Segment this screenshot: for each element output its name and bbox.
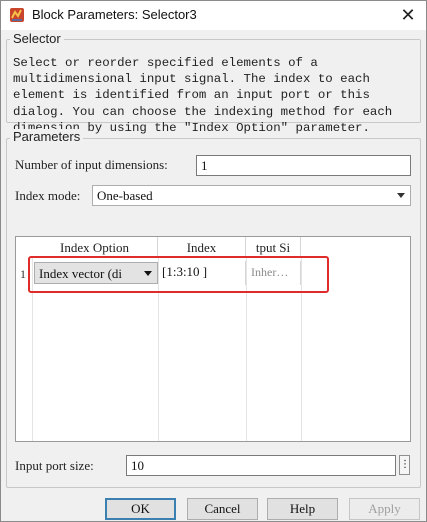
col-divider [158,258,159,441]
index-cell[interactable]: [1:3:10 ] [158,261,246,285]
apply-button[interactable]: Apply [349,498,420,520]
index-mode-label: Index mode: [15,188,81,203]
more-options-button[interactable]: ⋮ [399,455,410,475]
chevron-down-icon [144,271,152,276]
index-option-value: Index vector (di [39,266,123,281]
input-port-size-label: Input port size: [15,458,94,473]
col-divider [301,258,302,441]
col-divider [32,258,33,441]
index-mode-select[interactable]: One-based [92,185,411,206]
app-icon [9,7,25,23]
window-title: Block Parameters: Selector3 [32,7,197,22]
index-option-select[interactable]: Index vector (di [34,262,158,284]
output-size-cell[interactable]: Inher… [247,261,301,285]
num-dims-field[interactable]: 1 [196,155,411,176]
header-index-option[interactable]: Index Option [32,237,158,258]
dialog-window: Block Parameters: Selector3 ✕ Selector S… [0,0,427,522]
parameters-group-label: Parameters [10,129,84,144]
chevron-down-icon [397,193,405,198]
index-table[interactable]: Index Option Index tput Si 1 Index vecto… [15,236,411,442]
header-output-size[interactable]: tput Si [246,237,301,258]
title-bar: Block Parameters: Selector3 ✕ [1,1,426,30]
col-divider [246,258,247,441]
index-mode-value: One-based [97,188,153,203]
close-icon[interactable]: ✕ [398,5,418,25]
selector-description: Select or reorder specified elements of … [13,56,393,135]
cancel-button[interactable]: Cancel [187,498,258,520]
selector-group-label: Selector [10,31,64,46]
help-button[interactable]: Help [267,498,338,520]
row-number: 1 [20,267,26,281]
input-port-size-field[interactable]: 10 [126,455,396,476]
num-dims-label: Number of input dimensions: [15,157,168,172]
header-index[interactable]: Index [158,237,246,258]
ok-button[interactable]: OK [105,498,176,520]
